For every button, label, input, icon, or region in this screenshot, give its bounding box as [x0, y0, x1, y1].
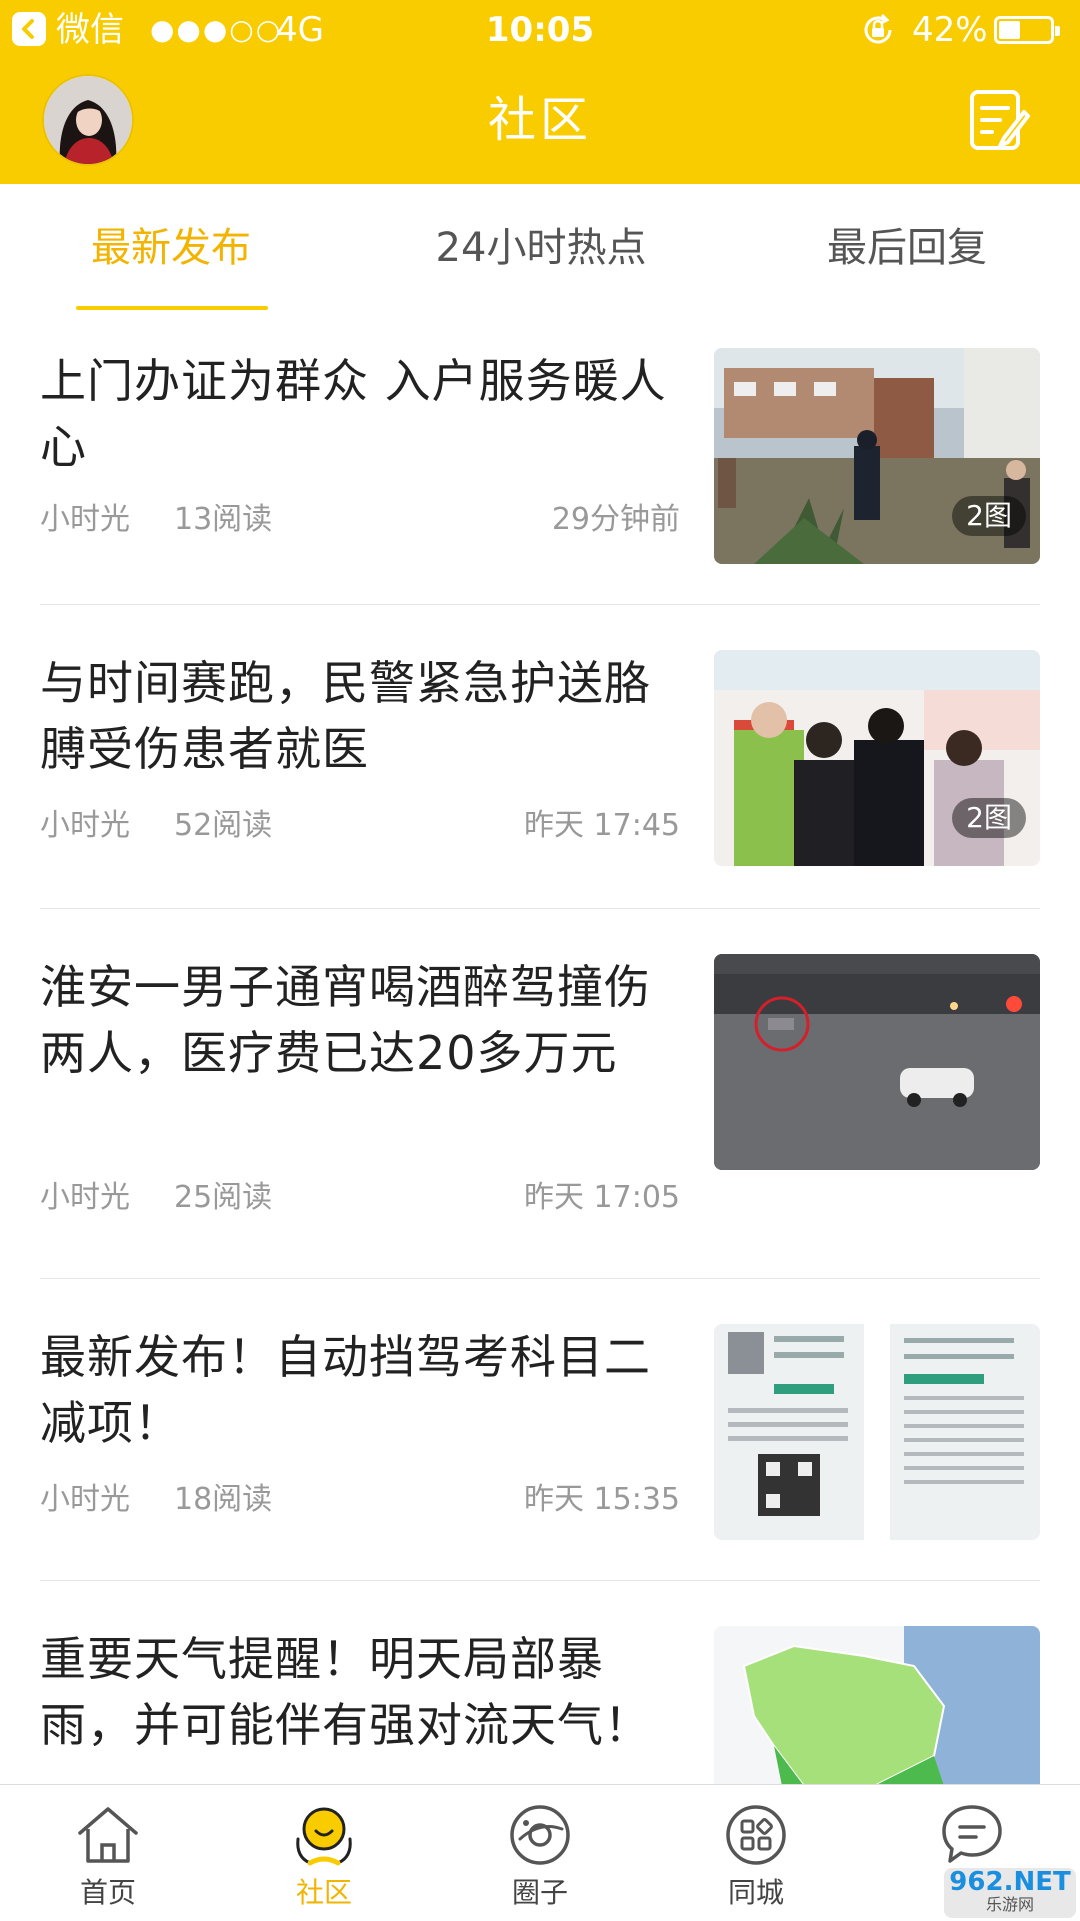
post-divider — [40, 1580, 1040, 1581]
post-meta: 小时光 52阅读 昨天 17:45 — [40, 806, 680, 846]
nav-community-label: 社区 — [295, 1876, 352, 1909]
post-read-count: 52阅读 — [174, 808, 273, 843]
status-bar: 微信 ●●●○○ 4G 10:05 42% — [0, 0, 1080, 60]
post-time: 昨天 15:35 — [524, 1482, 680, 1517]
watermark-text: 962.NET — [949, 1867, 1071, 1897]
home-icon — [78, 1807, 138, 1863]
battery-percent: 42% — [912, 10, 988, 50]
rotation-lock-icon — [864, 13, 892, 44]
page-title: 社区 — [487, 92, 592, 148]
post-meta: 小时光 25阅读 昨天 17:05 — [40, 1178, 680, 1218]
image-count-badge: 2图 — [952, 496, 1026, 536]
compose-post-icon[interactable] — [968, 88, 1032, 156]
post-title[interactable]: 最新发布！自动挡驾考科目二减项！ — [40, 1324, 680, 1456]
post-item[interactable]: 与时间赛跑，民警紧急护送胳膊受伤患者就医 小时光 52阅读 昨天 17:45 2… — [40, 650, 1040, 866]
post-author: 小时光 — [40, 502, 130, 537]
post-thumbnail[interactable] — [714, 1324, 1040, 1540]
nav-circles-label: 圈子 — [511, 1876, 568, 1909]
post-divider — [40, 604, 1040, 605]
post-time: 昨天 17:45 — [524, 808, 680, 843]
post-item[interactable]: 淮安一男子通宵喝酒醉驾撞伤两人，医疗费已达20多万元 小时光 25阅读 昨天 1… — [40, 954, 1040, 1238]
bottom-navigation: 首页 社区 圈子 同城 — [0, 1784, 1080, 1920]
image-count-badge: 2图 — [952, 798, 1026, 838]
tab-latest[interactable]: 最新发布 — [90, 220, 252, 276]
post-author: 小时光 — [40, 808, 130, 843]
site-watermark: 962.NET 乐游网 — [944, 1868, 1076, 1918]
nav-local-label: 同城 — [727, 1876, 784, 1909]
community-icon — [296, 1807, 352, 1866]
post-read-count: 25阅读 — [174, 1180, 273, 1215]
post-thumbnail[interactable]: 2图 — [714, 348, 1040, 564]
post-thumbnail[interactable] — [714, 954, 1040, 1170]
nav-home[interactable]: 首页 — [0, 1785, 216, 1921]
post-title[interactable]: 淮安一男子通宵喝酒醉驾撞伤两人，医疗费已达20多万元 — [40, 954, 680, 1086]
post-author: 小时光 — [40, 1482, 130, 1517]
post-divider — [40, 1278, 1040, 1279]
post-thumbnail[interactable]: 2图 — [714, 650, 1040, 866]
watermark-subtext: 乐游网 — [985, 1895, 1034, 1914]
local-grid-icon — [726, 1805, 786, 1865]
feed-tabs: 最新发布 24小时热点 最后回复 — [0, 184, 1080, 310]
circle-icon — [510, 1805, 570, 1865]
post-feed[interactable]: 上门办证为群众 入户服务暖人心 小时光 13阅读 29分钟前 2图 与时间赛跑，… — [0, 310, 1080, 1784]
post-title[interactable]: 上门办证为群众 入户服务暖人心 — [40, 348, 680, 480]
post-author: 小时光 — [40, 1180, 130, 1215]
chat-bubble-icon — [942, 1805, 1002, 1863]
post-item[interactable]: 最新发布！自动挡驾考科目二减项！ 小时光 18阅读 昨天 15:35 — [40, 1324, 1040, 1540]
nav-circles[interactable]: 圈子 — [432, 1785, 648, 1921]
post-title[interactable]: 与时间赛跑，民警紧急护送胳膊受伤患者就医 — [40, 650, 680, 782]
post-thumbnail[interactable] — [714, 1626, 1040, 1784]
nav-local[interactable]: 同城 — [648, 1785, 864, 1921]
post-read-count: 13阅读 — [174, 502, 273, 537]
tab-last-reply[interactable]: 最后回复 — [826, 220, 988, 276]
post-item[interactable]: 上门办证为群众 入户服务暖人心 小时光 13阅读 29分钟前 2图 — [40, 348, 1040, 564]
post-time: 29分钟前 — [551, 502, 680, 537]
post-title[interactable]: 重要天气提醒！明天局部暴雨，并可能伴有强对流天气！ — [40, 1626, 680, 1758]
post-time: 昨天 17:05 — [524, 1180, 680, 1215]
post-meta: 小时光 18阅读 昨天 15:35 — [40, 1480, 680, 1520]
post-item[interactable]: 重要天气提醒！明天局部暴雨，并可能伴有强对流天气！ — [40, 1626, 1040, 1784]
post-divider — [40, 908, 1040, 909]
app-header: 微信 ●●●○○ 4G 10:05 42% 社区 — [0, 0, 1080, 184]
nav-community[interactable]: 社区 — [216, 1785, 432, 1921]
tab-24h-hot[interactable]: 24小时热点 — [432, 220, 650, 276]
nav-home-label: 首页 — [79, 1876, 136, 1909]
post-read-count: 18阅读 — [174, 1482, 273, 1517]
post-meta: 小时光 13阅读 29分钟前 — [40, 500, 680, 540]
battery-icon — [994, 16, 1060, 44]
